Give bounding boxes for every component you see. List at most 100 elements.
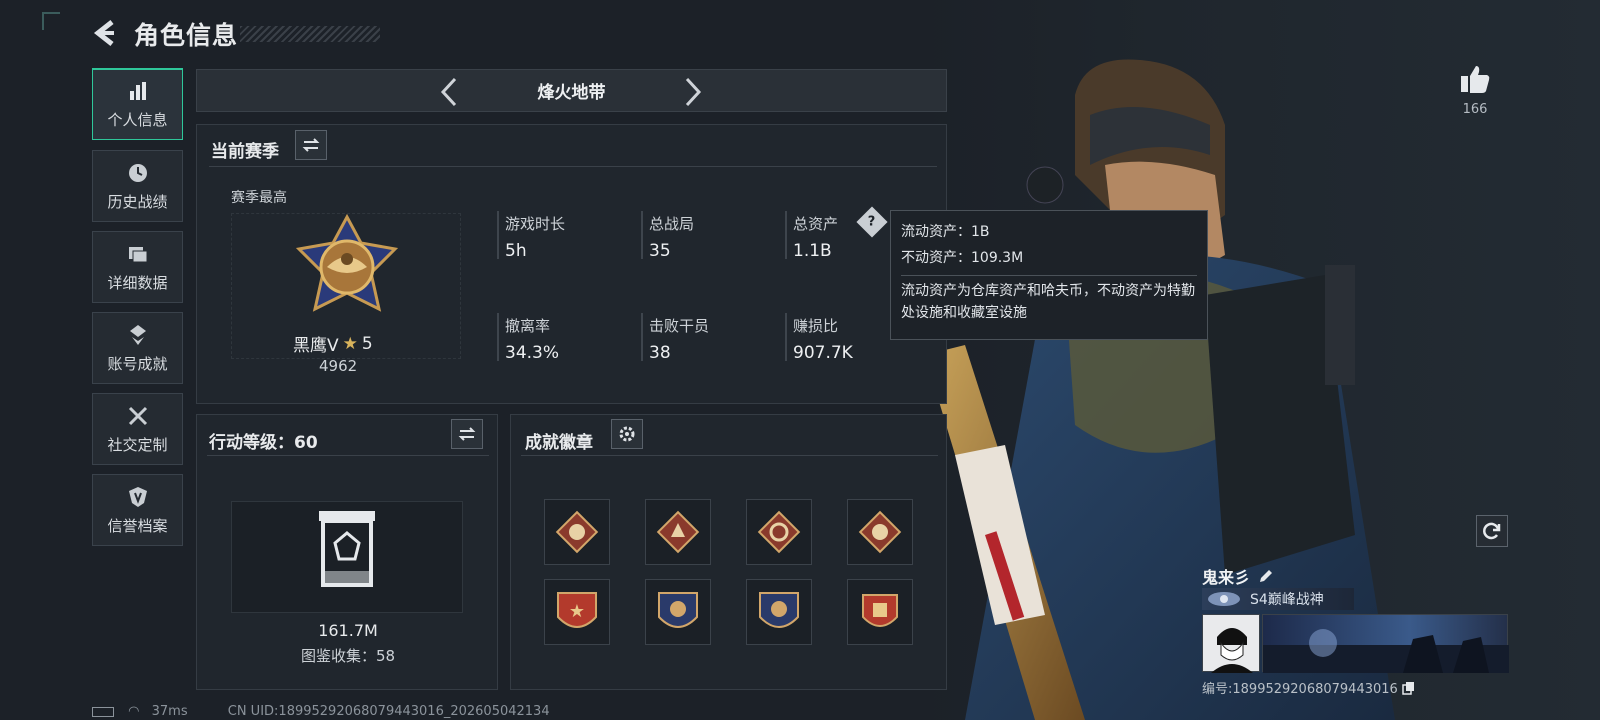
divider (901, 275, 1197, 276)
tools-icon (128, 406, 147, 425)
badges-panel: 成就徽章 ★ (510, 414, 947, 690)
rank-score: 4962 (319, 357, 358, 375)
badge-slot[interactable] (847, 499, 913, 565)
wheel-badge-icon (757, 510, 801, 554)
like-widget[interactable]: 166 (1450, 64, 1500, 117)
level-switch-button[interactable] (451, 419, 483, 449)
horse-badge-icon (858, 510, 902, 554)
player-id: 编号:18995292068079443016 (1202, 682, 1398, 697)
player-title-badge: S4巅峰战神 (1202, 588, 1354, 610)
mode-name: 烽火地带 (537, 83, 606, 103)
chevron-right-icon (685, 77, 702, 106)
stat-divider (785, 211, 787, 259)
asset-tooltip: 流动资产：1B 不动资产：109.3M 流动资产为仓库资产和哈夫币，不动资产为特… (890, 210, 1208, 340)
stat-value: 5h (505, 241, 527, 261)
player-banner[interactable] (1262, 614, 1509, 673)
folder-icon (128, 246, 147, 262)
divider (207, 455, 489, 456)
badge-slot[interactable] (847, 579, 913, 645)
nav-reputation[interactable]: 信誉档案 (92, 474, 183, 546)
nav-personal-info[interactable]: 个人信息 (92, 68, 183, 140)
stat-value: 1.1B (793, 241, 832, 261)
collection-value: 161.7M (318, 621, 378, 640)
banner-scene-icon (1263, 629, 1509, 673)
player-name: 鬼来彡 (1202, 568, 1251, 587)
stat-value: 907.7K (793, 343, 853, 363)
back-button[interactable] (92, 18, 120, 48)
rank-name: 黑鹰V (293, 336, 339, 356)
thumbs-up-icon (1461, 66, 1490, 93)
badge-slot[interactable]: ★ (544, 579, 610, 645)
badge-slot[interactable] (645, 499, 711, 565)
season-best-label: 赛季最高 (231, 190, 287, 206)
nav-social[interactable]: 社交定制 (92, 393, 183, 465)
gear-icon (619, 426, 635, 442)
nav-history[interactable]: 历史战绩 (92, 150, 183, 222)
bar-chart-icon (129, 82, 146, 100)
stat-label: 撤离率 (505, 317, 551, 335)
eagle-crest-badge-icon (759, 592, 799, 628)
corner-decoration (42, 12, 60, 30)
page-title: 角色信息 (134, 21, 239, 50)
badges-title: 成就徽章 (525, 433, 593, 453)
chevron-left-icon (440, 77, 457, 106)
help-button[interactable]: ? (856, 206, 888, 238)
shield-icon (128, 486, 147, 507)
next-mode-button[interactable] (673, 70, 713, 113)
rotate-model-button[interactable] (1476, 515, 1508, 547)
stat-label: 击败干员 (649, 317, 710, 335)
divider (209, 166, 937, 167)
player-title: S4巅峰战神 (1250, 592, 1324, 608)
stat-divider (497, 313, 499, 361)
back-arrow-icon (93, 20, 114, 46)
nav-details[interactable]: 详细数据 (92, 231, 183, 303)
badge-slot[interactable] (544, 499, 610, 565)
season-switch-button[interactable] (295, 130, 327, 160)
tooltip-liquid: 流动资产：1B (901, 224, 990, 240)
stat-label: 总战局 (649, 215, 695, 233)
season-panel: 当前赛季 赛季最高 黑鹰V ★ 5 4962 游戏时长 5h 总战局 35 总资… (196, 124, 947, 404)
copy-icon[interactable] (1402, 681, 1416, 695)
level-title: 行动等级：60 (209, 433, 318, 453)
nav-label: 社交定制 (107, 435, 168, 454)
collection-count: 图鉴收集：58 (300, 647, 396, 665)
stat-label: 赚损比 (793, 317, 839, 335)
stat-divider (497, 211, 499, 259)
stat-label: 游戏时长 (505, 215, 566, 233)
star-crest-badge-icon: ★ (557, 592, 597, 628)
badge-settings-button[interactable] (611, 419, 643, 449)
badge-slot[interactable] (645, 579, 711, 645)
refresh-icon (1483, 522, 1501, 540)
badge-slot[interactable] (746, 499, 812, 565)
season-title: 当前赛季 (211, 142, 279, 162)
stat-label: 总资产 (793, 215, 839, 233)
battery-icon (92, 706, 114, 717)
mode-tabbar: 烽火地带 (196, 69, 947, 112)
rank-name-row: 黑鹰V ★ 5 (293, 331, 373, 357)
tooltip-description: 流动资产为仓库资产和哈夫币，不动资产为特勤处设施和收藏室设施 (901, 283, 1195, 321)
ping: 37ms (151, 704, 188, 719)
nav-label: 账号成就 (107, 354, 168, 373)
nav-achievements[interactable]: 账号成就 (92, 312, 183, 384)
uid-text: CN UID:18995292068079443016_202605042134 (227, 704, 550, 719)
prev-mode-button[interactable] (429, 70, 469, 113)
swap-icon (302, 138, 320, 152)
svg-text:★: ★ (569, 601, 585, 622)
status-bar: ◠ 37ms CN UID:18995292068079443016_20260… (92, 704, 550, 719)
title-emblem-icon (1208, 592, 1240, 606)
like-count: 166 (1462, 102, 1488, 117)
question-icon: ? (868, 214, 876, 230)
badge-slot[interactable] (746, 579, 812, 645)
nav-label: 历史战绩 (107, 192, 168, 211)
edit-icon[interactable] (1258, 568, 1274, 584)
wolf-badge-icon (656, 510, 700, 554)
nav-label: 信誉档案 (107, 516, 168, 535)
avatar[interactable] (1202, 614, 1260, 673)
rank-emblem-icon (295, 213, 399, 312)
collection-cabinet-icon (319, 511, 375, 587)
swap-icon (458, 427, 476, 441)
divider (521, 455, 938, 456)
stat-value: 38 (649, 343, 671, 363)
level-panel: 行动等级：60 161.7M 图鉴收集：58 (196, 414, 498, 690)
nav-label: 详细数据 (107, 273, 168, 292)
